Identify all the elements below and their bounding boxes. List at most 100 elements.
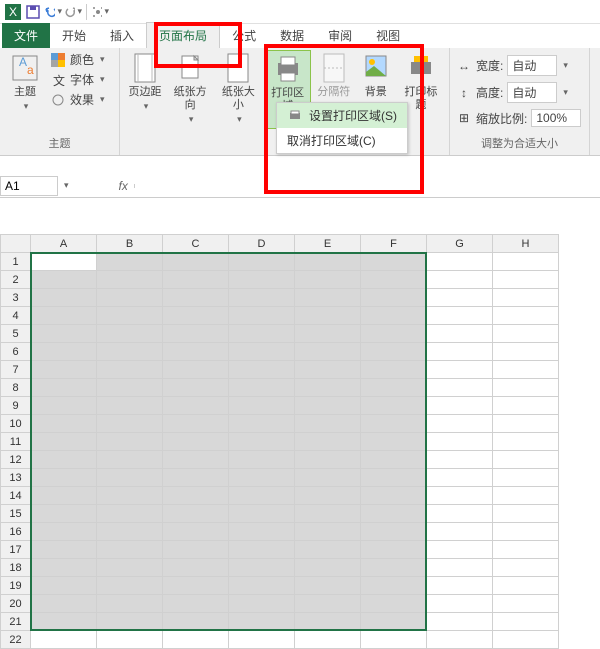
cell[interactable] [361,433,427,451]
cell[interactable] [295,595,361,613]
colors-button[interactable]: 颜色▾ [48,50,107,69]
cell[interactable] [493,451,559,469]
cell[interactable] [493,559,559,577]
cell[interactable] [493,631,559,649]
cell[interactable] [361,487,427,505]
orientation-button[interactable]: 纸张方向▾ [168,50,212,127]
row-header[interactable]: 6 [1,343,31,361]
cell[interactable] [229,289,295,307]
cell[interactable] [97,613,163,631]
row-header[interactable]: 21 [1,613,31,631]
cell[interactable] [97,343,163,361]
cell[interactable] [427,433,493,451]
cell[interactable] [163,343,229,361]
cell[interactable] [427,325,493,343]
col-header[interactable]: B [97,235,163,253]
cell[interactable] [427,451,493,469]
cell[interactable] [361,469,427,487]
cell[interactable] [163,541,229,559]
cell[interactable] [229,325,295,343]
cell[interactable] [163,415,229,433]
cell[interactable] [31,361,97,379]
col-header[interactable]: D [229,235,295,253]
scale-value[interactable]: 100% [531,109,581,127]
cell[interactable] [229,595,295,613]
background-button[interactable]: 背景 [357,50,395,101]
cell[interactable] [97,397,163,415]
effects-button[interactable]: 效果▾ [48,90,107,109]
cell[interactable] [295,541,361,559]
col-header[interactable]: H [493,235,559,253]
cell[interactable] [97,505,163,523]
cell[interactable] [163,487,229,505]
cell[interactable] [427,289,493,307]
row-header[interactable]: 16 [1,523,31,541]
cell[interactable] [427,469,493,487]
row-header[interactable]: 14 [1,487,31,505]
cell[interactable] [163,307,229,325]
cell[interactable] [427,487,493,505]
cell[interactable] [361,613,427,631]
cell[interactable] [229,541,295,559]
cell[interactable] [361,325,427,343]
row-header[interactable]: 3 [1,289,31,307]
cell[interactable] [295,271,361,289]
cell[interactable] [361,541,427,559]
cell[interactable] [97,541,163,559]
cell[interactable] [97,289,163,307]
cell[interactable] [97,307,163,325]
cell[interactable] [97,325,163,343]
cell[interactable] [361,379,427,397]
cell[interactable] [295,487,361,505]
cell[interactable] [427,523,493,541]
row-header[interactable]: 13 [1,469,31,487]
cell[interactable] [31,271,97,289]
cell[interactable] [31,613,97,631]
col-header[interactable]: E [295,235,361,253]
cell[interactable] [31,343,97,361]
cell[interactable] [427,613,493,631]
cell[interactable] [427,631,493,649]
tab-formulas[interactable]: 公式 [220,23,268,48]
cell[interactable] [31,559,97,577]
cell[interactable] [163,505,229,523]
cell[interactable] [427,343,493,361]
cell[interactable] [229,451,295,469]
size-button[interactable]: 纸张大小▾ [216,50,260,127]
cell[interactable] [361,307,427,325]
row-header[interactable]: 18 [1,559,31,577]
fx-icon[interactable]: fx [113,179,134,193]
cell[interactable] [427,541,493,559]
cell[interactable] [427,577,493,595]
cell[interactable] [493,505,559,523]
cell[interactable] [229,271,295,289]
cell[interactable] [31,505,97,523]
cell[interactable] [163,613,229,631]
row-header[interactable]: 9 [1,397,31,415]
save-icon[interactable] [24,3,42,21]
cell[interactable] [163,271,229,289]
row-header[interactable]: 10 [1,415,31,433]
cell[interactable] [229,361,295,379]
themes-button[interactable]: Aa 主题 ▾ [6,50,44,114]
cell[interactable] [427,559,493,577]
cell[interactable] [97,433,163,451]
cell[interactable] [427,595,493,613]
cell[interactable] [295,379,361,397]
tab-file[interactable]: 文件 [2,23,50,48]
cell[interactable] [229,415,295,433]
row-header[interactable]: 4 [1,307,31,325]
cell[interactable] [97,253,163,271]
cell[interactable] [493,613,559,631]
cell[interactable] [97,415,163,433]
cell[interactable] [229,559,295,577]
cell[interactable] [361,631,427,649]
cell[interactable] [295,415,361,433]
width-value[interactable]: 自动 [507,55,557,76]
cell[interactable] [163,577,229,595]
cell[interactable] [229,523,295,541]
cell[interactable] [361,271,427,289]
cell[interactable] [493,343,559,361]
undo-icon[interactable]: ▾ [44,3,62,21]
cell[interactable] [31,433,97,451]
